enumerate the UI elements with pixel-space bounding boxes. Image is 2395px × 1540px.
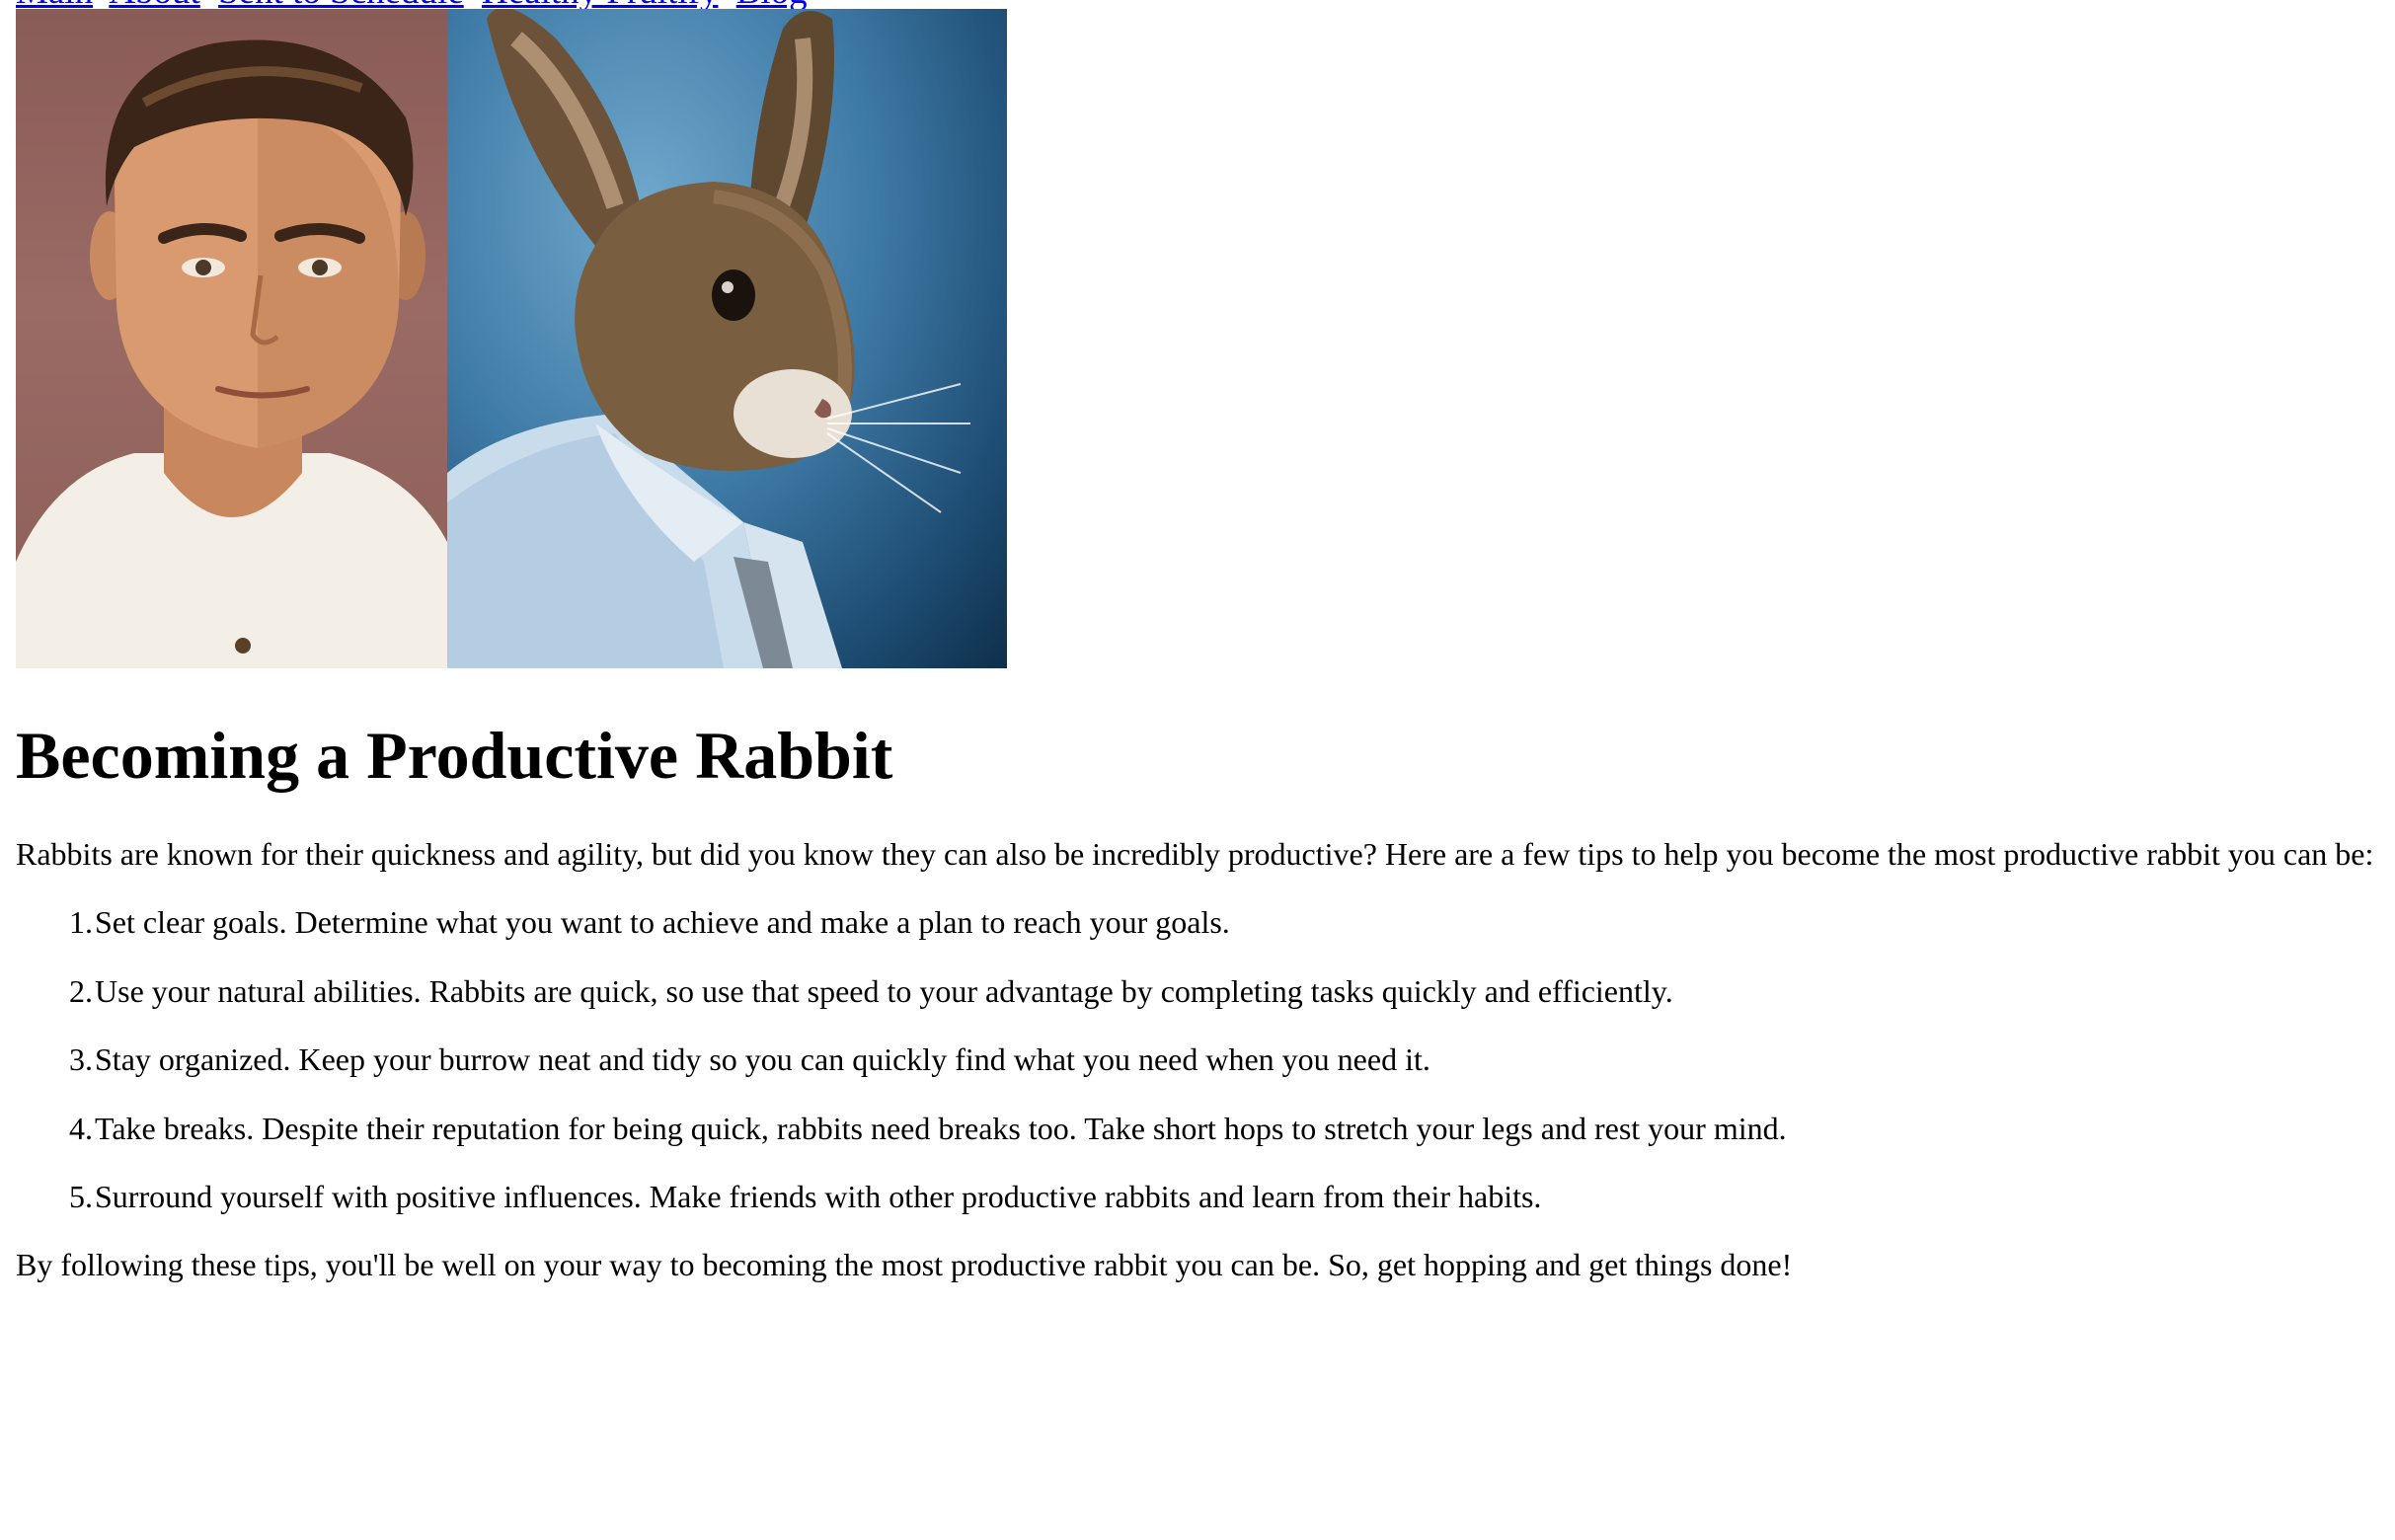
list-item-text: Use your natural abilities. Rabbits are … — [95, 972, 1673, 1009]
intro-paragraph: Rabbits are known for their quickness an… — [16, 836, 2374, 872]
list-item-number: 5. — [69, 1179, 93, 1214]
closing-paragraph: By following these tips, you'll be well … — [16, 1247, 1793, 1282]
rabbit-portrait — [447, 9, 1007, 668]
list-item-number: 2. — [69, 972, 93, 1009]
list-item-number: 4. — [69, 1110, 93, 1146]
list-item-number: 3. — [69, 1041, 93, 1077]
list-item-text: Stay organized. Keep your burrow neat an… — [95, 1041, 1430, 1077]
list-item: 2. Use your natural abilities. Rabbits a… — [16, 971, 1787, 1040]
tips-list: 1. Set clear goals. Determine what you w… — [16, 902, 1787, 1246]
hero-image — [16, 9, 1007, 668]
man-portrait — [16, 9, 447, 668]
list-item-text: Set clear goals. Determine what you want… — [95, 904, 1230, 940]
list-item-text: Take breaks. Despite their reputation fo… — [95, 1110, 1787, 1146]
list-item-text: Surround yourself with positive influenc… — [95, 1179, 1542, 1214]
list-item: 1. Set clear goals. Determine what you w… — [16, 902, 1787, 971]
page-title: Becoming a Productive Rabbit — [16, 718, 893, 793]
list-item: 4. Take breaks. Despite their reputation… — [16, 1109, 1787, 1178]
list-item-number: 1. — [69, 904, 93, 940]
list-item: 5. Surround yourself with positive influ… — [16, 1177, 1787, 1246]
list-item: 3. Stay organized. Keep your burrow neat… — [16, 1040, 1787, 1109]
